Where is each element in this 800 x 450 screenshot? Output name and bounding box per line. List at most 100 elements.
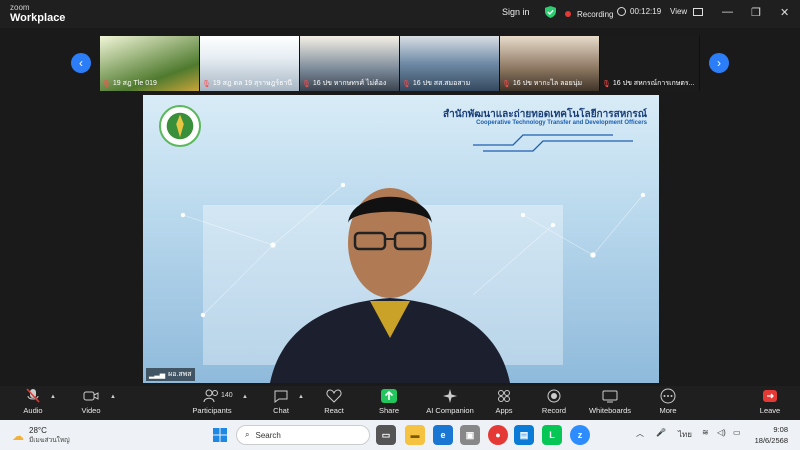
more-icon (638, 388, 698, 404)
participant-name: 19 สฎ Tle 019 (112, 80, 157, 87)
windows-taskbar: ☁ 28°C มีเมฆส่วนใหญ่ ⌕ Search ▭ ▬ e ▣ ● … (0, 420, 800, 450)
clock-time: 9:08 (773, 425, 788, 434)
whiteboard-icon (580, 388, 640, 404)
audio-button[interactable]: Audio (3, 388, 63, 415)
zoom-window: zoom Workplace Sign in Recording 00:12:1… (0, 0, 800, 450)
clock-icon (617, 7, 626, 16)
line-app-icon[interactable]: L (542, 425, 562, 445)
photos-app-icon[interactable]: ▣ (460, 425, 480, 445)
timer-value: 00:12:19 (630, 7, 662, 16)
audio-caret-icon[interactable]: ▲ (50, 394, 56, 400)
shield-icon[interactable] (545, 6, 556, 18)
language-indicator[interactable]: ไทย (678, 428, 692, 441)
participant-name-row: 🎙 16 ปข สหกรณ์การเกษตร... (602, 78, 697, 89)
chevron-up-icon[interactable]: ︿ (636, 428, 644, 439)
chevron-left-icon: ‹ (79, 56, 83, 70)
participant-tile[interactable]: 🎙 19 สฎ Tle 019 (100, 36, 200, 91)
battery-icon[interactable]: ▭ (733, 428, 741, 437)
search-label: Search (255, 430, 281, 440)
view-label: View (670, 7, 688, 16)
participant-name: 16 ปข สส.สมอสาม (412, 80, 471, 87)
react-label: React (324, 406, 344, 415)
record-label: Record (541, 406, 567, 415)
participant-name-row: 🎙 19 สฎ ตล 19 สุราษฎร์ธานี (202, 78, 297, 89)
main-video: สำนักพัฒนาและถ่ายทอดเทคโนโลยีการสหกรณ์ C… (143, 95, 659, 383)
chrome-icon[interactable]: ● (488, 425, 508, 445)
taskbar-clock[interactable]: 9:08 18/6/2568 (755, 424, 788, 446)
participant-tile[interactable]: 🎙 16 ปข สส.สมอสาม (400, 36, 500, 91)
chat-button[interactable]: Chat (251, 388, 311, 415)
mic-muted-icon: 🎙 (202, 80, 211, 88)
share-screen-icon (359, 388, 419, 404)
microphone-tray-icon[interactable]: 🎤 (656, 428, 666, 437)
mic-muted-icon: 🎙 (302, 80, 311, 88)
title-bar: zoom Workplace Sign in Recording 00:12:1… (0, 0, 800, 28)
react-button[interactable]: React (304, 388, 364, 415)
mic-muted-icon: 🎙 (402, 80, 411, 88)
task-view-icon[interactable]: ▭ (376, 425, 396, 445)
participant-name: 16 ปข สหกรณ์การเกษตร... (612, 80, 695, 87)
file-explorer-icon[interactable]: ▬ (405, 425, 425, 445)
more-label: More (659, 406, 677, 415)
speaker-name: ผอ.สพส (168, 371, 192, 378)
sign-in-link[interactable]: Sign in (502, 7, 530, 17)
leave-icon (740, 388, 800, 404)
maximize-icon[interactable]: ❐ (751, 6, 761, 19)
participants-button[interactable]: Participants (182, 388, 242, 415)
clock-date: 18/6/2568 (754, 436, 788, 445)
volume-icon[interactable]: ◁) (717, 428, 726, 437)
close-icon[interactable]: ✕ (780, 6, 789, 19)
participant-tile[interactable]: 🎙 19 สฎ ตล 19 สุราษฎร์ธานี (200, 36, 300, 91)
participants-caret-icon[interactable]: ▲ (242, 394, 248, 400)
minimize-icon[interactable]: — (722, 6, 733, 18)
video-button[interactable]: Video (61, 388, 121, 415)
store-icon[interactable]: ▤ (514, 425, 534, 445)
leave-label: Leave (759, 406, 781, 415)
leave-button[interactable]: Leave (740, 388, 800, 415)
sparkle-icon (420, 388, 480, 404)
gallery-strip: 🎙 19 สฎ Tle 019 🎙 19 สฎ ตล 19 สุราษฎร์ธา… (100, 36, 700, 91)
zoom-app-icon[interactable]: z (570, 425, 590, 445)
chat-label: Chat (273, 406, 289, 415)
participant-tile[interactable]: 🎙 16 ปข หากะไล ลอยนุ่ม (500, 36, 600, 91)
mic-muted-icon: 🎙 (502, 80, 511, 88)
whiteboards-button[interactable]: Whiteboards (580, 388, 640, 415)
participant-name: 19 สฎ ตล 19 สุราษฎร์ธานี (212, 80, 293, 87)
weather-widget[interactable]: ☁ 28°C มีเมฆส่วนใหญ่ (12, 426, 70, 445)
view-grid-icon (693, 7, 704, 16)
cloud-icon: ☁ (12, 428, 24, 443)
speaker-name-tag: ▂▃▅ ผอ.สพส (146, 368, 195, 381)
share-label: Share (378, 406, 399, 415)
taskbar-search[interactable]: ⌕ Search (236, 425, 370, 445)
speaker-video (270, 188, 510, 383)
gallery-prev-button[interactable]: ‹ (71, 53, 91, 73)
windows-start-icon[interactable] (210, 425, 230, 445)
search-icon: ⌕ (245, 430, 250, 439)
gallery-next-button[interactable]: › (709, 53, 729, 73)
participant-tile[interactable]: 🎙 16 ปข หากษทรศ์ ไม่ต้อง (300, 36, 400, 91)
brand-name: Workplace (10, 12, 66, 24)
participant-tile[interactable]: 🎙 16 ปข สหกรณ์การเกษตร... (600, 36, 700, 91)
record-button[interactable]: Record (524, 388, 584, 415)
apps-label: Apps (495, 406, 513, 415)
more-button[interactable]: More (638, 388, 698, 415)
mic-muted-icon: 🎙 (602, 80, 611, 88)
chevron-right-icon: › (717, 56, 721, 70)
view-button[interactable]: View (670, 7, 704, 16)
temperature: 28°C (29, 426, 47, 435)
record-icon (524, 388, 584, 404)
edge-browser-icon[interactable]: e (433, 425, 453, 445)
ai-companion-button[interactable]: AI Companion (420, 388, 480, 415)
share-button[interactable]: Share (359, 388, 419, 415)
participants-label: Participants (192, 406, 232, 415)
video-label: Video (81, 406, 101, 415)
heart-icon (304, 388, 364, 404)
recording-indicator[interactable]: Recording (565, 7, 613, 21)
wifi-icon[interactable]: ≋ (702, 428, 709, 437)
signal-icon: ▂▃▅ (149, 371, 166, 379)
whiteboards-label: Whiteboards (588, 406, 632, 415)
meeting-timer: 00:12:19 (617, 7, 661, 16)
emblem-icon (166, 112, 194, 140)
video-caret-icon[interactable]: ▲ (110, 394, 116, 400)
ai-companion-label: AI Companion (426, 406, 474, 415)
